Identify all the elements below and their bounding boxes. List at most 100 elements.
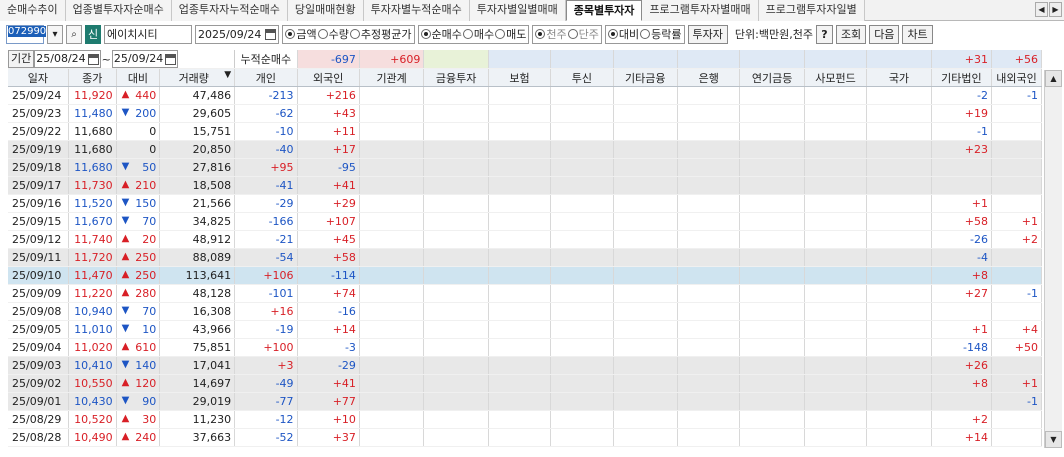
unit-label: 단위:백만원,천주 — [734, 28, 813, 41]
radio-rate[interactable]: 등락률 — [640, 26, 682, 42]
cell-diff: 280 — [116, 284, 161, 303]
tab-scroll-left-icon[interactable]: ◀ — [1035, 2, 1048, 17]
sort-down-icon[interactable]: ▼ — [224, 70, 231, 80]
tab-7[interactable]: 프로그램투자자별매매 — [642, 0, 759, 21]
col-header-other-corp[interactable]: 기타법인 — [931, 68, 992, 87]
table-row[interactable]: 25/09/22 11,680 0 15,751 -10 +11 -1 — [8, 122, 1043, 141]
calendar-icon[interactable] — [165, 53, 177, 65]
col-header-diff[interactable]: 대비 — [116, 68, 161, 87]
tab-6[interactable]: 종목별투자자 — [565, 0, 643, 21]
col-header-nation[interactable]: 국가 — [866, 68, 932, 87]
cell-bank — [677, 122, 741, 141]
cell-nation — [866, 86, 932, 105]
calendar-icon[interactable] — [265, 28, 277, 40]
tab-5[interactable]: 투자자별일별매매 — [469, 0, 566, 21]
table-row[interactable]: 25/09/19 11,680 0 20,850 -40 +17 +23 — [8, 140, 1043, 159]
radio-single-shares[interactable]: 단주 — [567, 26, 599, 42]
radio-sell[interactable]: 매도 — [495, 26, 526, 42]
radio-avg-price[interactable]: 추정평균가 — [349, 26, 412, 42]
period-from-field[interactable]: 25/08/24 — [34, 50, 101, 68]
scroll-down-icon[interactable]: ▼ — [1045, 431, 1062, 448]
cell-trust — [550, 320, 614, 339]
cell-other-finance — [613, 212, 679, 231]
table-row[interactable]: 25/09/0810,9407016,308+16-16 — [8, 302, 1043, 321]
tab-8[interactable]: 프로그램투자자일별 — [758, 0, 865, 21]
chart-button[interactable]: 차트 — [902, 24, 933, 44]
cell-financial-investment — [423, 230, 489, 249]
col-header-label: 거래량 — [178, 71, 209, 85]
table-row[interactable]: 25/08/2810,49024037,663-52+37 +14 — [8, 428, 1043, 447]
cell-financial-investment — [423, 356, 489, 375]
cell-individual: -213 — [234, 86, 298, 105]
table-row[interactable]: 25/09/0310,41014017,041+3-29 +26 — [8, 356, 1043, 375]
help-button[interactable]: ? — [815, 24, 833, 44]
col-header-date[interactable]: 일자 — [8, 68, 69, 87]
table-row[interactable]: 25/09/0911,22028048,128-101+74 +27-1 — [8, 284, 1043, 303]
table-row[interactable]: 25/09/1711,73021018,508-41+41 — [8, 176, 1043, 195]
col-header-insurance[interactable]: 보험 — [488, 68, 552, 87]
col-header-trust[interactable]: 투신 — [550, 68, 614, 87]
table-row[interactable]: 25/09/2411,92044047,486-213+216 -2-1 — [8, 86, 1043, 105]
cell-bank — [677, 374, 741, 393]
cell-pension — [739, 392, 805, 411]
col-header-pef[interactable]: 사모펀드 — [804, 68, 868, 87]
cell-other-corp: +8 — [931, 374, 992, 393]
table-row[interactable]: 25/09/2311,48020029,605-62+43 +19 — [8, 104, 1043, 123]
tab-scroll-right-icon[interactable]: ▶ — [1049, 2, 1062, 17]
next-button[interactable]: 다음 — [869, 24, 900, 44]
radio-quantity[interactable]: 수량 — [317, 26, 349, 42]
table-row[interactable]: 25/09/1211,7402048,912-21+45 -26+2 — [8, 230, 1043, 249]
col-header-foreign[interactable]: 외국인 — [297, 68, 360, 87]
col-header-other-finance[interactable]: 기타금융 — [613, 68, 679, 87]
table-row[interactable]: 25/09/0110,4309029,019-77+77 -1 — [8, 392, 1043, 411]
cell-diff: 240 — [116, 428, 161, 447]
summary-pef — [866, 50, 932, 69]
table-row[interactable]: 25/09/1511,6707034,825-166+107 +58+1 — [8, 212, 1043, 231]
date-field[interactable]: 2025/09/24 — [195, 24, 280, 44]
stock-code-input[interactable]: 072990 — [6, 24, 47, 44]
search-icon[interactable]: ⌕ — [66, 24, 82, 44]
period-to-field[interactable]: 25/09/24 — [111, 50, 179, 68]
col-header-bank[interactable]: 은행 — [677, 68, 741, 87]
stock-name-field[interactable]: 에이치시티 — [104, 24, 192, 44]
search-button[interactable]: 조회 — [835, 24, 867, 44]
table-row[interactable]: 25/09/0210,55012014,697-49+41 +8+1 — [8, 374, 1043, 393]
radio-net-buy[interactable]: 순매수 — [420, 26, 462, 42]
tab-1[interactable]: 업종별투자자순매수 — [65, 0, 172, 21]
table-row[interactable]: 25/09/1011,470250113,641+106-114 +8 — [8, 266, 1043, 285]
table-row[interactable]: 25/09/1611,52015021,566-29+29 +1 — [8, 194, 1043, 213]
vertical-scrollbar[interactable]: ▲ ▼ — [1044, 70, 1062, 448]
cell-pension — [739, 374, 805, 393]
table-row[interactable]: 25/09/1811,6805027,816+95-95 — [8, 158, 1043, 177]
radio-amount[interactable]: 금액 — [285, 26, 317, 42]
tab-0[interactable]: 순매수추이 — [0, 0, 66, 21]
cell-diff: 150 — [116, 194, 161, 213]
investor-button[interactable]: 투자자 — [687, 24, 728, 44]
dropdown-arrow-icon[interactable]: ▾ — [47, 24, 63, 44]
col-header-domestic-foreign[interactable]: 내외국인 — [991, 68, 1043, 87]
cell-close: 11,220 — [68, 284, 117, 303]
col-header-financial-investment[interactable]: 금융투자 — [423, 68, 489, 87]
col-header-individual[interactable]: 개인 — [234, 68, 298, 87]
calendar-icon[interactable] — [87, 53, 99, 65]
table-row[interactable]: 25/09/1111,72025088,089-54+58 -4 — [8, 248, 1043, 267]
radio-buy[interactable]: 매수 — [462, 26, 494, 42]
cell-close: 10,550 — [68, 374, 117, 393]
cell-volume: 18,508 — [159, 176, 236, 195]
table-row[interactable]: 25/09/0411,02061075,851+100-3 -148+50 — [8, 338, 1043, 357]
scroll-up-icon[interactable]: ▲ — [1045, 70, 1062, 87]
table-row[interactable]: 25/09/0511,0101043,966-19+14 +1+4 — [8, 320, 1043, 339]
tab-4[interactable]: 투자자별누적순매수 — [363, 0, 470, 21]
tab-3[interactable]: 당일매매현황 — [287, 0, 364, 21]
cell-institution — [359, 140, 425, 159]
table-row[interactable]: 25/08/2910,5203011,230-12+10 +2 — [8, 410, 1043, 429]
radio-diff[interactable]: 대비 — [607, 26, 639, 42]
col-header-volume[interactable]: 거래량 ▼ — [159, 68, 236, 87]
tab-2[interactable]: 업종투자자누적순매수 — [171, 0, 288, 21]
cell-trust — [550, 284, 614, 303]
col-header-close[interactable]: 종가 — [68, 68, 117, 87]
radio-thousand-shares[interactable]: 천주 — [535, 26, 567, 42]
col-header-institution[interactable]: 기관계 — [359, 68, 425, 87]
col-header-pension[interactable]: 연기금등 — [739, 68, 805, 87]
cell-pef — [804, 248, 868, 267]
